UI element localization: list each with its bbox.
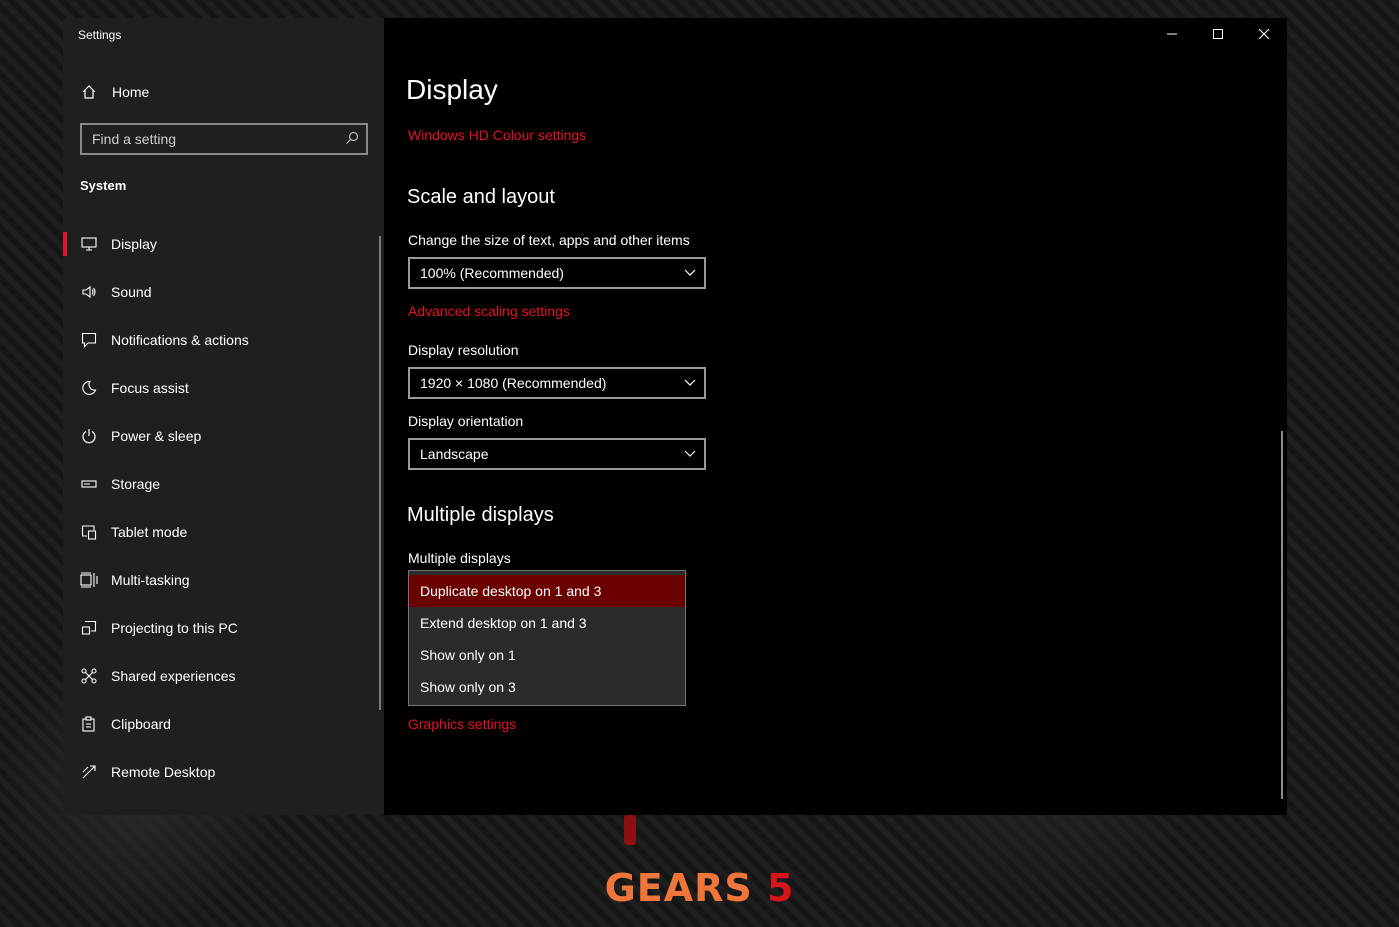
notification-icon xyxy=(79,330,99,350)
minimize-button[interactable] xyxy=(1149,18,1195,50)
home-link[interactable]: Home xyxy=(79,80,149,104)
resolution-value: 1920 × 1080 (Recommended) xyxy=(420,375,607,391)
maximize-icon xyxy=(1213,29,1223,39)
chevron-down-icon xyxy=(684,379,696,386)
search-icon[interactable] xyxy=(345,131,359,150)
monitor-icon xyxy=(79,234,99,254)
section-label: System xyxy=(80,178,127,193)
speaker-icon xyxy=(79,282,99,302)
multiple-displays-dropdown-list[interactable]: Duplicate desktop on 1 and 3 Extend desk… xyxy=(408,570,686,706)
chevron-down-icon xyxy=(684,450,696,457)
maximize-button[interactable] xyxy=(1195,18,1241,50)
home-icon xyxy=(79,84,99,100)
sidebar-item-focus-assist[interactable]: Focus assist xyxy=(63,364,381,412)
storage-icon xyxy=(79,474,99,494)
size-label: Change the size of text, apps and other … xyxy=(408,232,690,248)
dropdown-option[interactable]: Duplicate desktop on 1 and 3 xyxy=(409,575,685,607)
multitasking-icon xyxy=(79,570,99,590)
orientation-dropdown[interactable]: Landscape xyxy=(408,438,706,470)
dropdown-option[interactable]: Show only on 3 xyxy=(409,671,685,703)
search-input[interactable] xyxy=(82,125,342,153)
sidebar-item-shared-experiences[interactable]: Shared experiences xyxy=(63,652,381,700)
sidebar-item-label: Sound xyxy=(111,284,152,300)
close-button[interactable] xyxy=(1241,18,1287,50)
projecting-icon xyxy=(79,618,99,638)
sidebar: Settings Home System Display Sound xyxy=(63,18,384,815)
page-title: Display xyxy=(406,74,498,105)
window-title: Settings xyxy=(78,28,122,42)
multiple-displays-label: Multiple displays xyxy=(408,550,511,566)
sidebar-item-power-sleep[interactable]: Power & sleep xyxy=(63,412,381,460)
search-box[interactable] xyxy=(80,123,368,155)
sidebar-item-label: Focus assist xyxy=(111,380,189,396)
hd-colour-settings-link[interactable]: Windows HD Colour settings xyxy=(408,127,586,143)
main-content: Display Windows HD Colour settings Scale… xyxy=(384,18,1287,815)
sidebar-item-label: Multi-tasking xyxy=(111,572,190,588)
sidebar-item-projecting[interactable]: Projecting to this PC xyxy=(63,604,381,652)
sidebar-item-label: Shared experiences xyxy=(111,668,236,684)
home-label: Home xyxy=(112,84,150,100)
resolution-dropdown[interactable]: 1920 × 1080 (Recommended) xyxy=(408,367,706,399)
tablet-mode-icon xyxy=(79,522,99,542)
scale-dropdown[interactable]: 100% (Recommended) xyxy=(408,257,706,289)
close-icon xyxy=(1259,29,1269,39)
multiple-displays-heading: Multiple displays xyxy=(407,504,554,526)
window-controls xyxy=(1149,18,1287,50)
sidebar-item-multitasking[interactable]: Multi-tasking xyxy=(63,556,381,604)
dropdown-option[interactable]: Extend desktop on 1 and 3 xyxy=(409,607,685,639)
orientation-value: Landscape xyxy=(420,446,489,462)
sidebar-item-label: Storage xyxy=(111,476,161,492)
sidebar-item-notifications[interactable]: Notifications & actions xyxy=(63,316,381,364)
remote-desktop-icon xyxy=(79,762,99,782)
sidebar-item-label: Power & sleep xyxy=(111,428,202,444)
moon-icon xyxy=(79,378,99,398)
advanced-scaling-link[interactable]: Advanced scaling settings xyxy=(408,303,570,319)
chevron-down-icon xyxy=(684,269,696,276)
sidebar-item-clipboard[interactable]: Clipboard xyxy=(63,700,381,748)
sidebar-item-label: Tablet mode xyxy=(111,524,188,540)
shared-experiences-icon xyxy=(79,666,99,686)
sidebar-item-display[interactable]: Display xyxy=(63,220,381,268)
sidebar-item-label: Notifications & actions xyxy=(111,332,249,348)
sidebar-item-label: Display xyxy=(111,236,157,252)
clipboard-icon xyxy=(79,714,99,734)
resolution-label: Display resolution xyxy=(408,342,519,358)
wallpaper-tower xyxy=(624,815,636,845)
sidebar-item-label: Clipboard xyxy=(111,716,171,732)
sidebar-item-remote-desktop[interactable]: Remote Desktop xyxy=(63,748,381,796)
graphics-settings-link[interactable]: Graphics settings xyxy=(408,716,516,732)
sidebar-item-tablet-mode[interactable]: Tablet mode xyxy=(63,508,381,556)
settings-window: Settings Home System Display Sound xyxy=(63,18,1287,815)
power-icon xyxy=(79,426,99,446)
sidebar-item-sound[interactable]: Sound xyxy=(63,268,381,316)
dropdown-option[interactable]: Show only on 1 xyxy=(409,639,685,671)
sidebar-item-storage[interactable]: Storage xyxy=(63,460,381,508)
sidebar-item-label: Remote Desktop xyxy=(111,764,216,780)
main-scrollbar[interactable] xyxy=(1281,431,1283,799)
scale-layout-heading: Scale and layout xyxy=(407,186,555,208)
sidebar-scrollbar[interactable] xyxy=(379,236,381,710)
minimize-icon xyxy=(1167,33,1177,35)
sidebar-item-label: Projecting to this PC xyxy=(111,620,238,636)
wallpaper-logo: GEARS 5 xyxy=(604,866,795,910)
scale-value: 100% (Recommended) xyxy=(420,265,564,281)
orientation-label: Display orientation xyxy=(408,413,524,429)
sidebar-nav: Display Sound Notifications & actions Fo… xyxy=(63,220,381,796)
